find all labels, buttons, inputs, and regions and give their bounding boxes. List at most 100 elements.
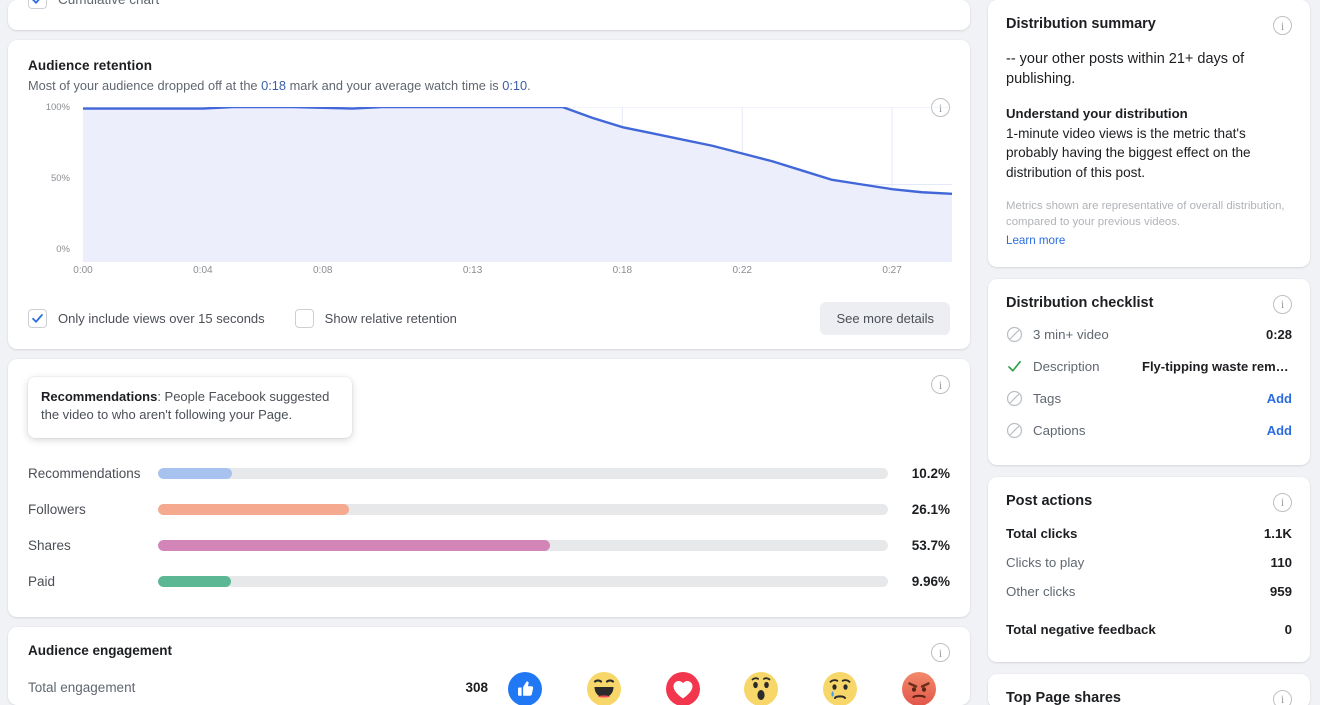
audience-engagement-title: Audience engagement <box>28 643 173 658</box>
distribution-checklist-card: Distribution checklist i 3 min+ video 0:2… <box>988 278 1310 465</box>
cumulative-chart-option[interactable]: Cumulative chart <box>28 0 950 9</box>
distribution-bar-fill <box>158 467 233 479</box>
show-relative-retention-checkbox[interactable] <box>294 309 314 328</box>
subtitle-pre: Most of your audience dropped off at the <box>28 78 262 93</box>
checklist-row: 3 min+ video 0:28 <box>1006 319 1292 351</box>
incomplete-icon <box>1006 391 1023 407</box>
x-axis-tick: 0:08 <box>312 265 333 276</box>
show-relative-retention-label: Show relative retention <box>324 311 457 326</box>
distribution-bar-fill <box>158 575 231 587</box>
incomplete-icon <box>1006 423 1023 439</box>
distribution-summary-title: Distribution summary <box>1006 16 1156 32</box>
love-reaction-icon <box>665 672 700 705</box>
x-axis-tick: 0:22 <box>732 265 752 276</box>
post-action-row: Clicks to play 110 <box>1006 548 1292 577</box>
distribution-bar-label: Followers <box>28 501 86 517</box>
reaction-list: 163 4 17 4 0 96 <box>488 672 950 705</box>
cumulative-chart-card: Cumulative chart <box>8 0 970 30</box>
only-views-over-15s-option[interactable]: Only include views over 15 seconds <box>28 309 265 328</box>
only-views-over-15s-label: Only include views over 15 seconds <box>58 311 265 326</box>
see-more-details-button[interactable]: See more details <box>820 302 950 335</box>
distribution-bar-fill <box>158 503 349 515</box>
distribution-bar-value: 10.2% <box>911 465 950 481</box>
distribution-bar-track <box>158 503 888 515</box>
distribution-fine-print: Metrics shown are representative of over… <box>1006 199 1285 228</box>
sidebar-column: Distribution summary i -- your other pos… <box>988 0 1310 705</box>
distribution-bar-value: 26.1% <box>911 501 950 517</box>
avg-watch-link[interactable]: 0:10 <box>502 78 527 93</box>
y-axis-label-50: 50% <box>50 173 70 184</box>
info-icon[interactable]: i <box>1273 689 1292 705</box>
post-action-value: 959 <box>1269 583 1292 599</box>
distribution-bar-value: 9.96% <box>911 573 950 589</box>
dropoff-mark-link[interactable]: 0:18 <box>261 78 286 93</box>
like-reaction-icon <box>508 672 542 705</box>
post-action-row: Total clicks 1.1K <box>1006 519 1292 548</box>
engagement-value: 308 <box>465 680 488 695</box>
checklist-value: Fly-tipping waste remov... <box>1142 359 1292 375</box>
engagement-label: Total engagement <box>28 680 136 695</box>
like-reaction: 163 <box>508 672 542 705</box>
top-page-shares-card: Top Page shares i <box>988 673 1310 705</box>
audience-retention-title: Audience retention <box>28 58 153 73</box>
x-axis-tick: 0:18 <box>612 265 633 276</box>
x-axis-tick: 0:13 <box>462 265 483 276</box>
distribution-bar-row: Followers 26.1% <box>28 491 950 527</box>
x-axis: 0:00 0:04 0:08 0:13 0:18 0:22 0:27 <box>73 265 912 285</box>
engagement-body: Total engagement308Shares15 1634174096 <box>28 672 950 705</box>
distribution-bar-value: 53.7% <box>911 537 950 553</box>
engagement-row: Total engagement 308 <box>28 672 488 703</box>
x-axis-tick: 0:27 <box>882 265 902 276</box>
distribution-bar-list: Recommendations 10.2% Followers 26.1% Shares… <box>28 455 950 599</box>
post-action-row: Total negative feedback 0 <box>1006 615 1292 644</box>
checklist-label: 3 min+ video <box>1033 327 1109 343</box>
checklist-value: 0:28 <box>1265 327 1292 343</box>
only-views-over-15s-checkbox[interactable] <box>28 309 47 328</box>
check-icon <box>32 314 43 323</box>
subtitle-end: . <box>527 78 531 93</box>
understand-distribution-heading: Understand your distribution <box>1006 106 1188 121</box>
show-relative-retention-option[interactable]: Show relative retention <box>294 309 457 328</box>
haha-reaction-icon <box>586 672 621 705</box>
checklist-add-action[interactable]: Add <box>1267 423 1292 438</box>
x-axis-tick: 0:04 <box>193 265 213 276</box>
distribution-bar-track <box>158 575 888 587</box>
post-action-label: Total clicks <box>1006 525 1078 541</box>
checklist-status-icon <box>1006 358 1023 375</box>
info-icon[interactable]: i <box>1273 294 1292 314</box>
top-page-shares-title: Top Page shares <box>1006 689 1121 705</box>
analytics-page: Cumulative chart Audience retention Most… <box>0 0 1320 705</box>
check-icon <box>32 0 40 4</box>
post-actions-list: Total clicks 1.1K Clicks to play 110 Other c… <box>1006 519 1292 644</box>
distribution-summary-card: Distribution summary i -- your other pos… <box>988 0 1310 267</box>
distribution-bars-card: i Recommendations: People Facebook sugge… <box>8 359 970 617</box>
info-icon[interactable]: i <box>931 375 950 394</box>
info-icon[interactable]: i <box>1273 492 1292 512</box>
wow-reaction: 4 <box>744 672 779 705</box>
understand-distribution-body: 1-minute video views is the metric that'… <box>1006 126 1251 180</box>
angry-reaction-icon <box>901 672 936 705</box>
distribution-bar-label: Shares <box>28 537 71 553</box>
x-axis-tick: 0:00 <box>73 265 93 276</box>
info-icon[interactable]: i <box>1273 16 1292 35</box>
checklist-status-icon <box>1006 390 1023 407</box>
post-action-value: 1.1K <box>1263 525 1292 541</box>
complete-check-icon <box>1008 361 1021 372</box>
wow-reaction-icon <box>744 672 779 705</box>
checklist-label: Description <box>1033 359 1100 375</box>
retention-plot <box>83 107 952 262</box>
learn-more-link[interactable]: Learn more <box>1006 234 1065 247</box>
distribution-checklist-title: Distribution checklist <box>1006 294 1154 311</box>
post-action-label: Total negative feedback <box>1006 621 1156 637</box>
checklist-label: Tags <box>1033 391 1062 407</box>
distribution-bar-label: Paid <box>28 573 56 589</box>
checklist-add-action[interactable]: Add <box>1267 391 1292 406</box>
post-actions-card: Post actions i Total clicks 1.1K Clicks to… <box>988 476 1310 662</box>
cumulative-chart-checkbox[interactable] <box>28 0 47 9</box>
post-action-value: 0 <box>1284 621 1292 637</box>
checklist-status-icon <box>1006 326 1023 343</box>
sad-reaction: 0 <box>823 672 858 705</box>
checklist-row: Tags Add <box>1006 383 1292 415</box>
post-action-value: 110 <box>1270 554 1292 570</box>
info-icon[interactable]: i <box>931 643 950 662</box>
